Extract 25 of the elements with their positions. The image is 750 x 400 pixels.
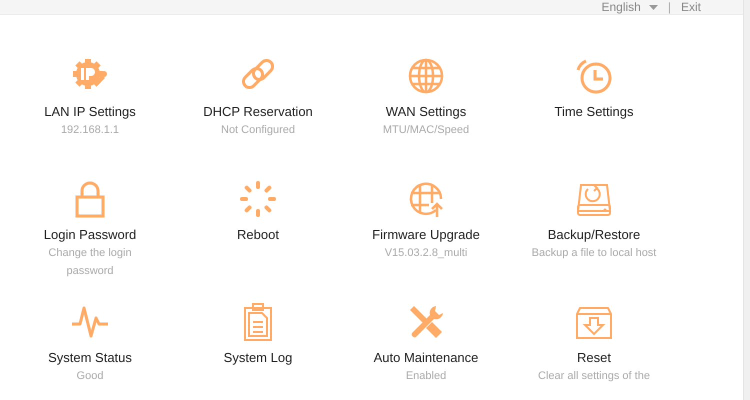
settings-item-title[interactable]: Time Settings bbox=[554, 103, 634, 121]
settings-item-subtitle: 192.168.1.1 bbox=[60, 123, 120, 138]
settings-item-title[interactable]: Firmware Upgrade bbox=[372, 226, 480, 244]
settings-item-title[interactable]: Reset bbox=[577, 349, 611, 367]
settings-item-title[interactable]: DHCP Reservation bbox=[203, 103, 313, 121]
caret-icon bbox=[648, 4, 658, 10]
globe-icon[interactable] bbox=[406, 56, 446, 96]
settings-item-subtitle: Not Configured bbox=[220, 123, 296, 138]
settings-item-title[interactable]: Reboot bbox=[237, 226, 279, 244]
settings-item-subtitle: Enabled bbox=[404, 369, 448, 384]
loading-spinner-icon[interactable] bbox=[238, 179, 278, 219]
settings-item-title[interactable]: Login Password bbox=[44, 226, 136, 244]
settings-item-subtitle: MTU/MAC/Speed bbox=[382, 123, 470, 138]
settings-item-subtitle: Change the login password bbox=[47, 246, 133, 279]
settings-item-title[interactable]: WAN Settings bbox=[386, 103, 466, 121]
settings-item-title[interactable]: Auto Maintenance bbox=[374, 349, 478, 367]
settings-item-subtitle: V15.03.2.8_multi bbox=[384, 246, 468, 261]
settings-item-title[interactable]: LAN IP Settings bbox=[44, 103, 136, 121]
settings-item-title[interactable]: System Status bbox=[48, 349, 132, 367]
separator: | bbox=[668, 0, 671, 14]
settings-item-subtitle: Clear all settings of the bbox=[537, 369, 651, 384]
settings-item-title[interactable]: System Log bbox=[224, 349, 292, 367]
settings-item-subtitle: Backup a file to local host bbox=[530, 246, 658, 261]
settings-item-title[interactable]: Backup/Restore bbox=[548, 226, 640, 244]
settings-item-subtitle: Good bbox=[76, 369, 104, 384]
